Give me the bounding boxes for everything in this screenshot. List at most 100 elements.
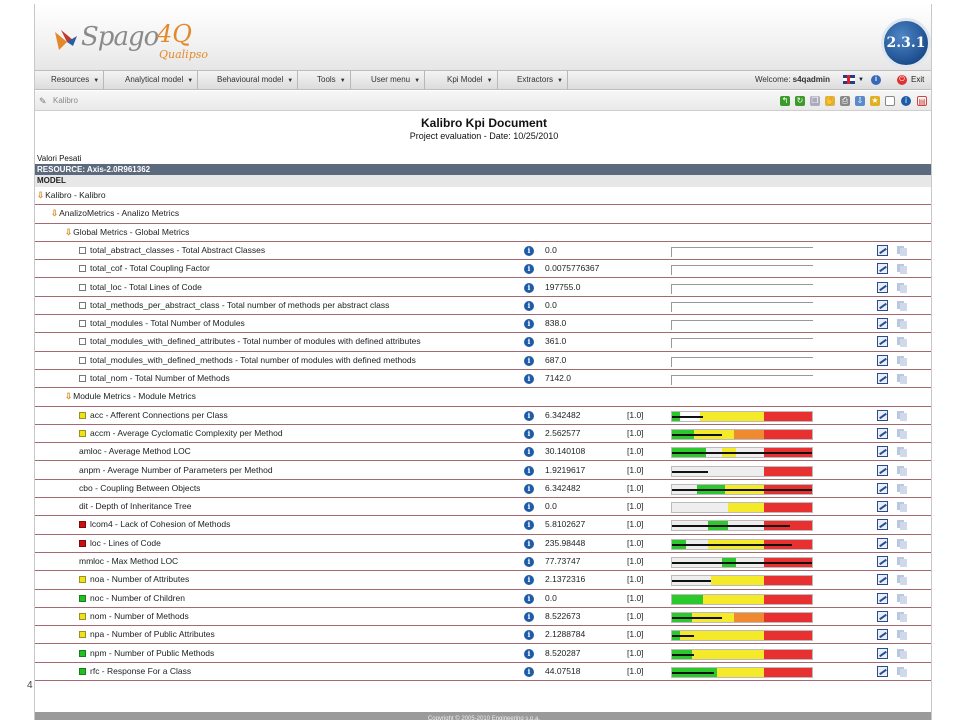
- pdf-icon[interactable]: ▤: [917, 96, 927, 106]
- copy-icon[interactable]: [897, 502, 907, 513]
- copy-icon[interactable]: [897, 355, 907, 366]
- menu-behavioural-model[interactable]: Behavioural model ▼: [217, 71, 299, 89]
- tree-group-global[interactable]: ⇩Global Metrics - Global Metrics: [35, 224, 931, 242]
- menu-extractors[interactable]: Extractors ▼: [517, 71, 568, 89]
- trend-chart-icon[interactable]: [877, 647, 888, 659]
- trend-chart-icon[interactable]: [877, 263, 888, 275]
- info-icon[interactable]: i: [524, 282, 534, 293]
- trend-chart-icon[interactable]: [877, 446, 888, 458]
- copy-icon[interactable]: [897, 575, 907, 586]
- copy-icon[interactable]: [897, 428, 907, 439]
- copy-icon[interactable]: [897, 666, 907, 677]
- export-icon[interactable]: ⇩: [855, 96, 865, 106]
- trend-chart-icon[interactable]: [877, 299, 888, 311]
- menu-user-menu[interactable]: User menu ▼: [371, 71, 426, 89]
- info-icon[interactable]: i: [524, 300, 534, 311]
- copy-icon[interactable]: [897, 245, 907, 256]
- copy-icon[interactable]: [897, 630, 907, 641]
- info-icon[interactable]: i: [524, 611, 534, 622]
- trend-chart-icon[interactable]: [877, 501, 888, 513]
- info-icon[interactable]: i: [524, 245, 534, 256]
- copy-icon[interactable]: [897, 648, 907, 659]
- copy-icon[interactable]: [897, 447, 907, 458]
- expanded-arrow-icon[interactable]: ⇩: [51, 208, 58, 218]
- info-icon[interactable]: i: [524, 355, 534, 366]
- copy-icon[interactable]: [897, 337, 907, 348]
- copy-icon[interactable]: [897, 538, 907, 549]
- info-icon[interactable]: i: [524, 319, 534, 330]
- copy-icon[interactable]: [897, 410, 907, 421]
- language-flag-icon[interactable]: [843, 75, 855, 84]
- trend-chart-icon[interactable]: [877, 281, 888, 293]
- copy-icon[interactable]: [897, 282, 907, 293]
- copy-icon[interactable]: [897, 300, 907, 311]
- back-icon[interactable]: ↰: [780, 96, 790, 106]
- copy-icon[interactable]: [897, 520, 907, 531]
- refresh-icon[interactable]: ↻: [795, 96, 805, 106]
- info-icon[interactable]: i: [524, 666, 534, 677]
- trend-chart-icon[interactable]: [877, 482, 888, 494]
- info-icon[interactable]: i: [524, 502, 534, 513]
- breadcrumb-current[interactable]: Kalibro: [53, 91, 78, 111]
- info-icon[interactable]: i: [524, 483, 534, 494]
- info-icon[interactable]: i: [524, 593, 534, 604]
- exit-icon[interactable]: ⏻: [897, 75, 907, 85]
- trend-chart-icon[interactable]: [877, 537, 888, 549]
- tree-group-module[interactable]: ⇩Module Metrics - Module Metrics: [35, 388, 931, 407]
- copy-doc-icon[interactable]: ❐: [810, 96, 820, 106]
- hand-icon[interactable]: ✋: [825, 96, 835, 106]
- menu-tools[interactable]: Tools ▼: [317, 71, 351, 89]
- language-dropdown-arrow-icon[interactable]: ▼: [858, 71, 864, 89]
- tree-group-analizo[interactable]: ⇩AnalizoMetrics - Analizo Metrics: [35, 205, 931, 224]
- trend-chart-icon[interactable]: [877, 336, 888, 348]
- info-icon[interactable]: i: [524, 374, 534, 384]
- trend-chart-icon[interactable]: [877, 427, 888, 439]
- expanded-arrow-icon[interactable]: ⇩: [37, 190, 44, 200]
- copy-icon[interactable]: [897, 319, 907, 330]
- copy-icon[interactable]: [897, 483, 907, 494]
- info-icon[interactable]: i: [524, 447, 534, 458]
- trend-chart-icon[interactable]: [877, 610, 888, 622]
- info-icon[interactable]: i: [524, 648, 534, 659]
- info-icon[interactable]: i: [524, 410, 534, 421]
- info-doc-icon[interactable]: i: [901, 96, 911, 106]
- trend-chart-icon[interactable]: [877, 574, 888, 586]
- info-icon[interactable]: i: [524, 520, 534, 531]
- info-icon[interactable]: i: [524, 557, 534, 567]
- info-icon[interactable]: i: [524, 428, 534, 439]
- trend-chart-icon[interactable]: [877, 519, 888, 531]
- expanded-arrow-icon[interactable]: ⇩: [65, 227, 72, 237]
- trend-chart-icon[interactable]: [877, 409, 888, 421]
- copy-icon[interactable]: [897, 611, 907, 622]
- star-icon[interactable]: ★: [870, 96, 880, 106]
- info-icon[interactable]: i: [524, 630, 534, 641]
- trend-chart-icon[interactable]: [877, 244, 888, 256]
- info-icon[interactable]: i: [524, 575, 534, 586]
- trend-chart-icon[interactable]: [877, 629, 888, 641]
- menu-analytical-model[interactable]: Analytical model ▼: [125, 71, 199, 89]
- note-icon[interactable]: [885, 96, 895, 106]
- info-icon[interactable]: i: [524, 337, 534, 348]
- info-icon[interactable]: i: [871, 75, 881, 85]
- copy-icon[interactable]: [897, 264, 907, 275]
- trend-chart-icon[interactable]: [877, 556, 888, 567]
- exit-link[interactable]: Exit: [911, 71, 924, 89]
- info-icon[interactable]: i: [524, 538, 534, 549]
- copy-icon[interactable]: [897, 593, 907, 604]
- copy-icon[interactable]: [897, 465, 907, 476]
- print-icon[interactable]: ⎙: [840, 96, 850, 106]
- tree-group-kalibro[interactable]: ⇩Kalibro - Kalibro: [35, 187, 931, 206]
- expanded-arrow-icon[interactable]: ⇩: [65, 391, 72, 401]
- trend-chart-icon[interactable]: [877, 318, 888, 330]
- trend-chart-icon[interactable]: [877, 373, 888, 384]
- info-icon[interactable]: i: [524, 264, 534, 275]
- copy-icon[interactable]: [897, 374, 907, 384]
- menu-kpi-model[interactable]: Kpi Model ▼: [447, 71, 498, 89]
- menu-resources[interactable]: Resources ▼: [51, 71, 105, 89]
- copy-icon[interactable]: [897, 557, 907, 567]
- info-icon[interactable]: i: [524, 465, 534, 476]
- trend-chart-icon[interactable]: [877, 464, 888, 476]
- trend-chart-icon[interactable]: [877, 665, 888, 677]
- trend-chart-icon[interactable]: [877, 592, 888, 604]
- trend-chart-icon[interactable]: [877, 354, 888, 366]
